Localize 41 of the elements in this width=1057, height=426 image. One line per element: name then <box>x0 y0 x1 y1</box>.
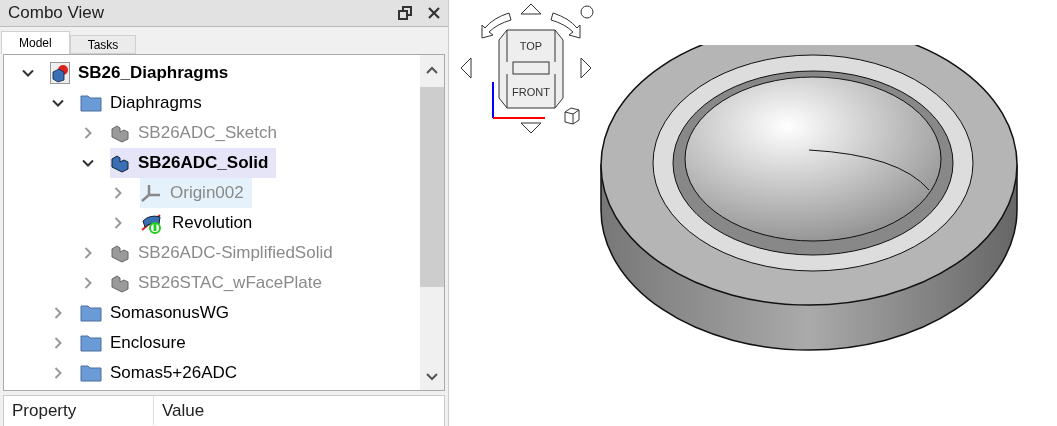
step-block-icon <box>110 273 130 293</box>
chevron-right-icon[interactable] <box>52 307 64 319</box>
step-block-icon <box>110 153 130 173</box>
folder-icon <box>80 364 102 382</box>
tree-item[interactable]: SB26_Diaphragms <box>50 58 237 88</box>
folder-icon <box>80 334 102 352</box>
tree-item[interactable]: Revolution <box>140 208 261 238</box>
chevron-down-icon[interactable] <box>52 97 64 109</box>
restore-icon[interactable] <box>398 6 412 20</box>
chevron-right-icon[interactable] <box>112 217 124 229</box>
tree-item[interactable]: SB26ADC_Solid <box>110 148 277 178</box>
tree-item[interactable]: Enclosure <box>80 328 194 358</box>
chevron-right-icon[interactable] <box>82 247 94 259</box>
column-header[interactable]: Property <box>4 396 154 425</box>
step-block-icon <box>110 123 130 143</box>
folder-icon <box>80 304 102 322</box>
document-part-icon <box>50 62 70 84</box>
chevron-right-icon[interactable] <box>82 127 94 139</box>
step-block-icon <box>110 243 130 263</box>
chevron-down-icon[interactable] <box>82 157 94 169</box>
revolve-feature-icon <box>140 212 164 234</box>
panel-title: Combo View <box>8 2 105 25</box>
chevron-down-icon[interactable] <box>22 67 34 79</box>
chevron-right-icon[interactable] <box>52 367 64 379</box>
chevron-right-icon[interactable] <box>112 187 124 199</box>
tab[interactable]: Tasks <box>69 35 137 54</box>
axes-icon <box>140 183 162 203</box>
column-header[interactable]: Value <box>154 396 213 425</box>
tree-item[interactable]: Diaphragms <box>80 88 210 118</box>
scrollbar[interactable] <box>420 55 444 390</box>
tree-item[interactable]: SB26ADC_Sketch <box>110 118 285 148</box>
chevron-right-icon[interactable] <box>52 337 64 349</box>
folder-icon <box>80 94 102 112</box>
tree-item[interactable]: SomasonusWG <box>80 298 238 328</box>
navigation-cube-drawing[interactable]: TOP FRONT <box>457 0 597 140</box>
scroll-thumb[interactable] <box>420 87 444 287</box>
tree-item[interactable]: Somas5+26ADC <box>80 358 246 388</box>
tab[interactable]: Model <box>1 31 70 54</box>
scroll-down-icon[interactable] <box>426 370 438 382</box>
close-icon[interactable] <box>428 7 440 19</box>
chevron-right-icon[interactable] <box>82 277 94 289</box>
